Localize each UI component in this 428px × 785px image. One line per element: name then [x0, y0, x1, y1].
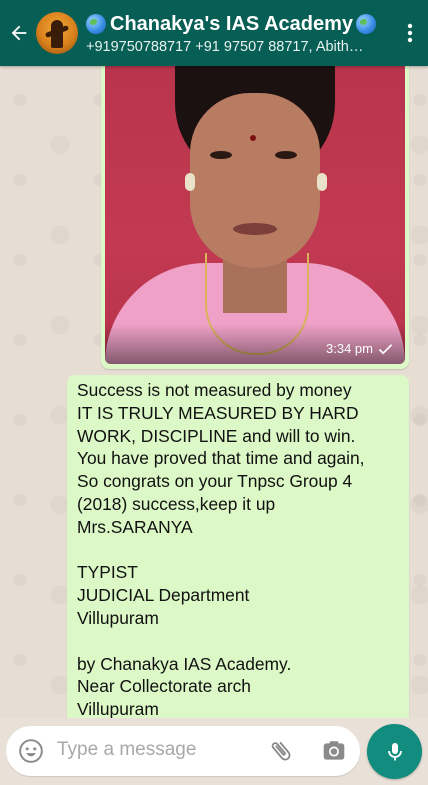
message-text: Success is not measured by money IT IS T…	[77, 379, 403, 721]
photo-message-bubble[interactable]: 3:34 pm	[101, 63, 409, 369]
message-input-box: Type a message	[6, 726, 360, 776]
group-avatar[interactable]	[36, 12, 78, 54]
message-line: Villupuram	[77, 607, 159, 628]
message-line: IT IS TRULY MEASURED BY HARD	[77, 402, 359, 423]
message-line: Near Collectorate arch	[77, 676, 251, 697]
paperclip-icon	[271, 741, 291, 761]
camera-icon	[323, 741, 345, 760]
attach-button[interactable]	[268, 738, 294, 764]
message-line: Mrs.SARANYA	[77, 516, 193, 537]
chat-info[interactable]: Chanakya's IAS Academy +919750788717 +91…	[86, 11, 392, 55]
more-vert-icon	[407, 23, 413, 43]
text-message-bubble[interactable]: Success is not measured by money IT IS T…	[67, 375, 409, 725]
back-button[interactable]	[2, 0, 36, 66]
chat-participants: +919750788717 +91 97507 88717, Abith…	[86, 39, 364, 55]
arrow-left-icon	[11, 25, 27, 41]
emoji-button[interactable]	[18, 738, 44, 764]
message-time: 3:34 pm	[326, 341, 373, 356]
emoji-icon	[19, 739, 43, 763]
message-line: (2018) success,keep it up	[77, 493, 276, 514]
globe-icon	[356, 14, 377, 34]
voice-record-button[interactable]	[367, 724, 422, 779]
message-photo[interactable]: 3:34 pm	[105, 63, 405, 364]
message-line: by Chanakya IAS Academy.	[77, 653, 292, 674]
message-line: So congrats on your Tnpsc Group 4	[77, 471, 353, 492]
chat-title: Chanakya's IAS Academy	[110, 12, 354, 35]
message-line: You have proved that time and again,	[77, 448, 365, 469]
message-line: Success is not measured by money	[77, 380, 352, 400]
chat-header: Chanakya's IAS Academy +919750788717 +91…	[0, 0, 428, 66]
camera-button[interactable]	[321, 738, 347, 764]
message-line: TYPIST	[77, 562, 138, 583]
message-composer: Type a message	[0, 718, 428, 785]
photo-timestamp: 3:34 pm	[326, 341, 393, 356]
mic-icon	[387, 742, 402, 760]
message-line	[77, 539, 403, 562]
message-line: JUDICIAL Department	[77, 585, 250, 606]
message-input[interactable]: Type a message	[57, 739, 196, 761]
more-options-button[interactable]	[392, 0, 428, 66]
check-icon	[378, 343, 393, 354]
globe-icon	[86, 14, 106, 34]
message-line: WORK, DISCIPLINE and will to win.	[77, 425, 356, 446]
message-line	[77, 630, 403, 653]
